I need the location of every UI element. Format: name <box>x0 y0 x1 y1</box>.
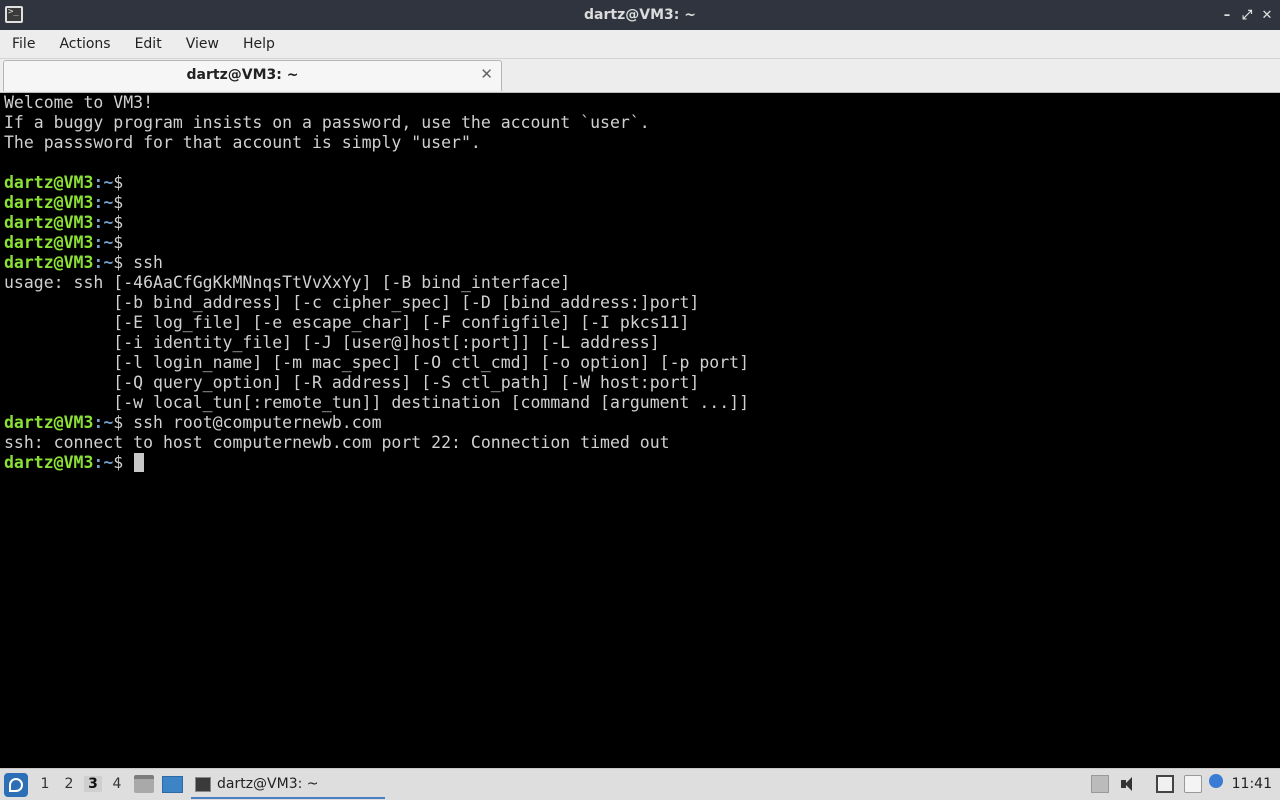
menu-bar: File Actions Edit View Help <box>0 30 1280 59</box>
terminal-prompt-line: dartz@VM3:~$ ssh <box>4 253 1280 273</box>
volume-icon[interactable] <box>1119 775 1137 793</box>
terminal-output-line: [-E log_file] [-e escape_char] [-F confi… <box>4 313 690 332</box>
desktop-2-button[interactable]: 2 <box>60 776 78 792</box>
taskbar-entry-label: dartz@VM3: ~ <box>217 776 319 792</box>
terminal-output-line: [-Q query_option] [-R address] [-S ctl_p… <box>4 373 700 392</box>
tab-terminal[interactable]: dartz@VM3: ~ ✕ <box>3 60 502 91</box>
terminal-output-line: usage: ssh [-46AaCfGgKkMNnqsTtVvXxYy] [-… <box>4 273 571 292</box>
prompt-user-host: dartz@VM3 <box>4 413 94 432</box>
clipboard-icon[interactable] <box>1184 775 1202 793</box>
tray-scroll-icon[interactable] <box>1091 775 1109 793</box>
command-text: ssh <box>123 253 163 272</box>
prompt-symbol: $ <box>113 213 124 232</box>
show-desktop-icon[interactable] <box>162 776 183 793</box>
terminal-prompt-line: dartz@VM3:~$ <box>4 173 1280 193</box>
prompt-symbol: $ <box>113 453 124 472</box>
terminal-output-line: [-w local_tun[:remote_tun]] destination … <box>4 393 750 412</box>
prompt-path: :~ <box>93 213 114 232</box>
terminal-output-line: Welcome to VM3! <box>4 93 154 112</box>
file-manager-icon[interactable] <box>134 775 154 793</box>
desktop-3-button[interactable]: 3 <box>84 776 102 792</box>
prompt-symbol: $ <box>113 173 124 192</box>
prompt-path: :~ <box>93 253 114 272</box>
prompt-path: :~ <box>93 193 114 212</box>
command-text <box>123 453 133 472</box>
network-icon[interactable] <box>1156 775 1174 793</box>
prompt-symbol: $ <box>113 193 124 212</box>
prompt-user-host: dartz@VM3 <box>4 453 94 472</box>
taskbar: 1 2 3 4 dartz@VM3: ~ 11:41 <box>0 768 1280 800</box>
terminal-output-line: The passsword for that account is simply… <box>4 133 481 152</box>
terminal-output-line: If a buggy program insists on a password… <box>4 113 650 132</box>
info-icon[interactable] <box>1209 774 1223 788</box>
clock[interactable]: 11:41 <box>1232 776 1272 792</box>
menu-file[interactable]: File <box>0 30 47 59</box>
prompt-user-host: dartz@VM3 <box>4 213 94 232</box>
window-titlebar[interactable]: dartz@VM3: ~ – ⤢ ✕ <box>0 0 1280 30</box>
terminal-icon <box>195 777 211 792</box>
desktop-1-button[interactable]: 1 <box>36 776 54 792</box>
maximize-icon[interactable]: ⤢ <box>1238 5 1256 25</box>
command-text: ssh root@computernewb.com <box>123 413 382 432</box>
start-menu-icon[interactable] <box>4 773 28 797</box>
terminal-output-line: [-b bind_address] [-c cipher_spec] [-D [… <box>4 293 700 312</box>
prompt-symbol: $ <box>113 253 124 272</box>
prompt-user-host: dartz@VM3 <box>4 233 94 252</box>
tab-label: dartz@VM3: ~ <box>186 67 299 83</box>
tab-close-icon[interactable]: ✕ <box>480 65 493 83</box>
menu-actions[interactable]: Actions <box>47 30 122 59</box>
prompt-path: :~ <box>93 413 114 432</box>
terminal-icon[interactable] <box>5 6 23 23</box>
minimize-icon[interactable]: – <box>1218 5 1236 25</box>
taskbar-entry-terminal[interactable]: dartz@VM3: ~ <box>191 771 385 799</box>
tab-bar: dartz@VM3: ~ ✕ <box>0 59 1280 93</box>
terminal-output-line: [-l login_name] [-m mac_spec] [-O ctl_cm… <box>4 353 750 372</box>
prompt-symbol: $ <box>113 233 124 252</box>
prompt-path: :~ <box>93 233 114 252</box>
menu-view[interactable]: View <box>174 30 231 59</box>
close-icon[interactable]: ✕ <box>1258 5 1276 25</box>
terminal-output[interactable]: Welcome to VM3! If a buggy program insist… <box>0 93 1280 768</box>
menu-edit[interactable]: Edit <box>123 30 174 59</box>
prompt-path: :~ <box>93 173 114 192</box>
terminal-prompt-line: dartz@VM3:~$ <box>4 213 1280 233</box>
desktop-4-button[interactable]: 4 <box>108 776 126 792</box>
prompt-user-host: dartz@VM3 <box>4 173 94 192</box>
terminal-output-line: ssh: connect to host computernewb.com po… <box>4 433 670 452</box>
menu-help[interactable]: Help <box>231 30 287 59</box>
window-title: dartz@VM3: ~ <box>584 7 696 23</box>
terminal-prompt-line: dartz@VM3:~$ ssh root@computernewb.com <box>4 413 1280 433</box>
terminal-prompt-line: dartz@VM3:~$ <box>4 453 1280 473</box>
terminal-prompt-line: dartz@VM3:~$ <box>4 193 1280 213</box>
prompt-path: :~ <box>93 453 114 472</box>
prompt-user-host: dartz@VM3 <box>4 193 94 212</box>
prompt-symbol: $ <box>113 413 124 432</box>
prompt-user-host: dartz@VM3 <box>4 253 94 272</box>
terminal-prompt-line: dartz@VM3:~$ <box>4 233 1280 253</box>
text-cursor <box>134 453 145 472</box>
terminal-output-line: [-i identity_file] [-J [user@]host[:port… <box>4 333 660 352</box>
